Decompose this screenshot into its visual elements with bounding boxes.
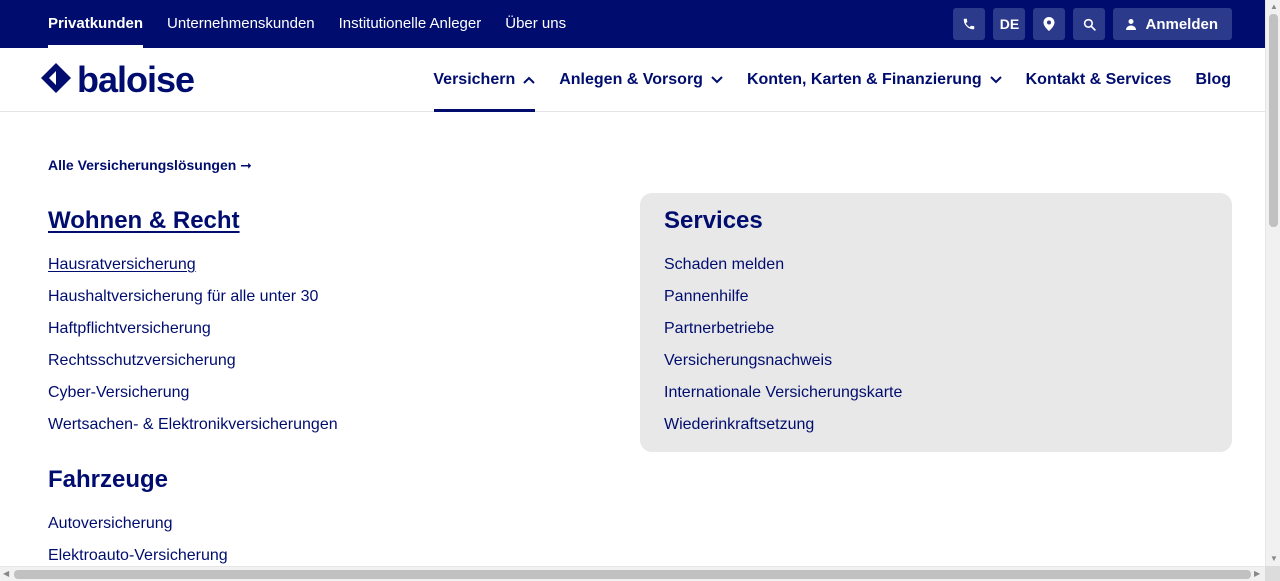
main-nav-anlegen-vorsorgen[interactable]: Anlegen & Vorsorg	[559, 48, 723, 112]
search-icon	[1083, 18, 1096, 31]
service-link[interactable]: Schaden melden	[664, 255, 1208, 287]
audience-nav: Privatkunden Unternehmenskunden Institut…	[48, 0, 590, 48]
main-header: baloise Versichern Anlegen & Vorsorg Kon…	[0, 48, 1265, 112]
main-nav-label: Kontakt & Services	[1025, 71, 1172, 88]
service-link[interactable]: Pannenhilfe	[664, 287, 1208, 319]
audience-nav-unternehmenskunden[interactable]: Unternehmenskunden	[167, 0, 315, 48]
scroll-right-arrow-icon[interactable]: ▶	[1254, 570, 1260, 578]
chevron-down-icon	[989, 71, 1002, 89]
chevron-down-icon	[711, 71, 723, 89]
menu-link[interactable]: Hausratversicherung	[48, 255, 338, 287]
phone-button[interactable]	[953, 8, 986, 40]
scroll-down-arrow-icon[interactable]: ▼	[1270, 555, 1278, 563]
scrollbar-corner	[1265, 566, 1280, 581]
menu-link-label: Hausratversicherung	[48, 256, 196, 273]
main-nav-label: Blog	[1195, 71, 1231, 88]
main-nav-versichern[interactable]: Versichern	[433, 48, 536, 112]
section-wohnen-recht: Wohnen & Recht Hausratversicherung Haush…	[48, 207, 338, 447]
logo-text: baloise	[77, 59, 195, 100]
section-title[interactable]: Wohnen & Recht	[48, 207, 338, 235]
vertical-scrollbar-thumb[interactable]	[1269, 14, 1278, 227]
location-pin-icon	[1043, 17, 1055, 31]
section-links: Hausratversicherung Haushaltversicherung…	[48, 255, 338, 447]
main-nav-kontakt-services[interactable]: Kontakt & Services	[1026, 48, 1172, 112]
service-link[interactable]: Wiederinkraftsetzung	[664, 415, 1208, 447]
audience-nav-ueber-uns[interactable]: Über uns	[505, 0, 566, 48]
logo-diamond-icon	[40, 62, 72, 99]
main-nav: Versichern Anlegen & Vorsorg Konten, Kar…	[433, 48, 1231, 112]
main-nav-konten-karten[interactable]: Konten, Karten & Finanzierung	[747, 48, 1002, 112]
service-link[interactable]: Versicherungsnachweis	[664, 351, 1208, 383]
location-button[interactable]	[1033, 8, 1066, 40]
menu-link[interactable]: Autoversicherung	[48, 514, 228, 546]
login-button[interactable]: Anmelden	[1113, 8, 1232, 40]
horizontal-scrollbar[interactable]: ◀ ▶	[0, 566, 1265, 581]
main-nav-label: Anlegen & Vorsorg	[559, 71, 703, 88]
audience-nav-institutionelle-anleger[interactable]: Institutionelle Anleger	[339, 0, 482, 48]
services-title: Services	[664, 207, 763, 234]
baloise-logo[interactable]: baloise	[40, 59, 195, 100]
search-button[interactable]	[1073, 8, 1106, 40]
service-link[interactable]: Internationale Versicherungskarte	[664, 383, 1208, 415]
language-button[interactable]: DE	[993, 8, 1026, 40]
menu-link[interactable]: Rechtsschutzversicherung	[48, 351, 338, 383]
scroll-left-arrow-icon[interactable]: ◀	[3, 570, 9, 578]
menu-link[interactable]: Haushaltversicherung für alle unter 30	[48, 287, 338, 319]
user-icon	[1125, 18, 1137, 30]
section-fahrzeuge: Fahrzeuge Autoversicherung Elektroauto-V…	[48, 466, 228, 578]
chevron-up-icon	[523, 71, 535, 89]
main-nav-blog[interactable]: Blog	[1195, 48, 1231, 112]
main-nav-label: Versichern	[433, 71, 516, 88]
menu-link[interactable]: Haftpflichtversicherung	[48, 319, 338, 351]
top-bar: Privatkunden Unternehmenskunden Institut…	[0, 0, 1265, 48]
section-title[interactable]: Fahrzeuge	[48, 466, 228, 494]
menu-link[interactable]: Cyber-Versicherung	[48, 383, 338, 415]
horizontal-scrollbar-thumb[interactable]	[14, 570, 1251, 579]
main-nav-label: Konten, Karten & Finanzierung	[746, 71, 982, 88]
top-actions: DE Anmelden	[953, 8, 1232, 40]
audience-nav-privatkunden[interactable]: Privatkunden	[48, 0, 144, 48]
services-panel: Services Schaden melden Pannenhilfe Part…	[640, 193, 1232, 452]
phone-icon	[962, 17, 976, 31]
services-links: Schaden melden Pannenhilfe Partnerbetrie…	[664, 255, 1208, 447]
vertical-scrollbar[interactable]: ▲ ▼	[1265, 0, 1280, 566]
menu-link[interactable]: Wertsachen- & Elektronikversicherungen	[48, 415, 338, 447]
login-label: Anmelden	[1145, 15, 1218, 33]
all-insurance-solutions-link[interactable]: Alle Versicherungslösungen ➞	[48, 157, 252, 174]
scroll-up-arrow-icon[interactable]: ▲	[1270, 3, 1278, 11]
service-link[interactable]: Partnerbetriebe	[664, 319, 1208, 351]
